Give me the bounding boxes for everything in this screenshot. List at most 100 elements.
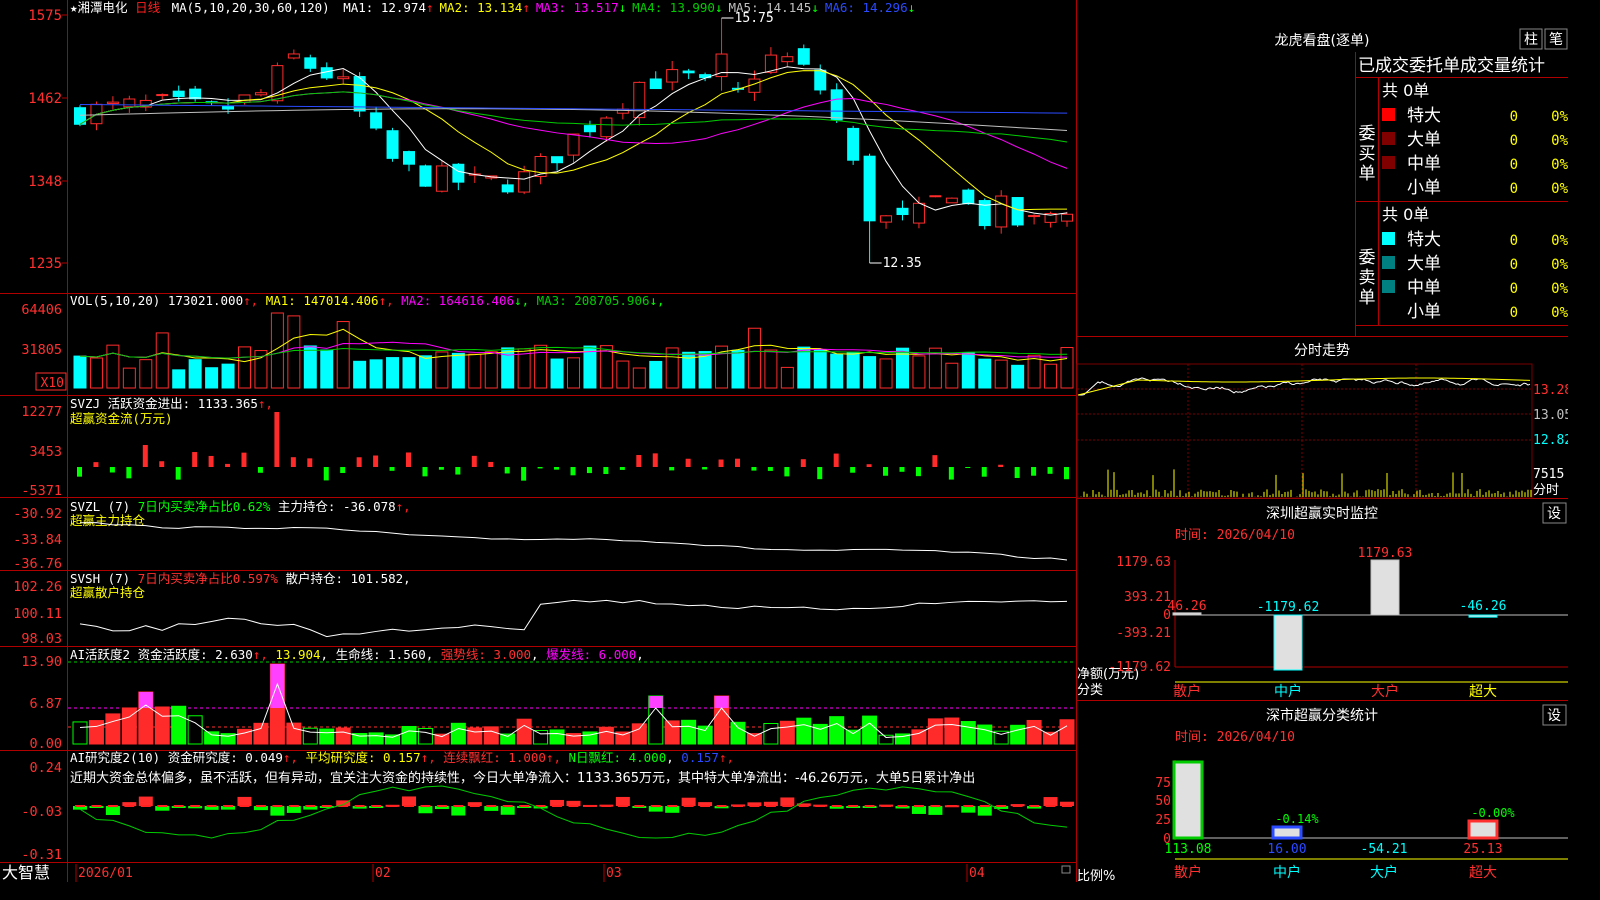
volume-bar[interactable] [205,367,219,389]
volume-bar[interactable] [747,327,761,389]
fund-flow-bar[interactable] [883,467,889,476]
fund-flow-bar[interactable] [406,452,411,467]
volume-bar[interactable] [320,349,334,389]
candle[interactable] [896,207,909,216]
research-bar[interactable] [681,797,696,806]
activity-bar[interactable] [664,720,680,745]
volume-bar[interactable] [402,357,416,389]
research-bar[interactable] [402,796,416,806]
research-bar[interactable] [665,806,680,813]
fund-flow-bar[interactable] [998,464,1004,467]
activity-bar[interactable] [944,717,960,745]
fund-flow-bar[interactable] [175,467,181,480]
fund-flow-bar[interactable] [241,452,247,467]
fund-flow-bar[interactable] [735,458,740,467]
fund-flow-bar[interactable] [603,467,609,475]
volume-bar[interactable] [418,355,432,389]
activity-bar[interactable] [533,730,549,745]
activity-bar[interactable] [253,722,269,745]
fund-flow-bar[interactable] [702,467,708,470]
research-bar[interactable] [615,796,630,806]
volume-bar[interactable] [945,362,959,389]
volume-bar[interactable] [451,352,465,389]
fund-flow-bar[interactable] [537,467,543,469]
volume-bar[interactable] [501,347,515,389]
fund-flow-bar[interactable] [422,467,428,477]
volume-bar[interactable] [287,315,301,389]
activity-bar[interactable] [960,721,976,745]
candle[interactable] [797,48,810,65]
volume-bar[interactable] [961,352,975,389]
activity-bar[interactable] [1026,719,1042,745]
volume-bar[interactable] [649,360,663,389]
activity-bar[interactable] [1059,719,1075,745]
volume-bar[interactable] [172,369,186,389]
research-bar[interactable] [105,806,120,816]
fund-flow-bar[interactable] [669,467,675,471]
volume-bar[interactable] [386,357,400,389]
svzj-panel[interactable]: SVZJ 活跃资金进出: 1133.365↑,超赢资金流(万元) [70,396,1069,481]
volume-bar[interactable] [715,345,729,389]
candle[interactable] [551,156,564,164]
volume-bar[interactable] [1027,354,1041,389]
volume-bar[interactable] [846,351,860,389]
volume-bar[interactable] [188,359,202,389]
candle[interactable] [616,108,629,114]
candle[interactable] [156,94,169,97]
volume-bar[interactable] [912,355,926,389]
research-bar[interactable] [418,806,433,814]
volume-bar[interactable] [550,358,564,389]
volume-bar[interactable] [89,357,103,389]
activity-bar[interactable] [171,705,187,745]
volume-bar[interactable] [1011,364,1025,389]
candle[interactable] [337,76,350,80]
candle[interactable] [304,57,317,69]
fund-flow-bar[interactable] [438,467,444,470]
fund-flow-bar[interactable] [257,467,263,473]
activity-bar[interactable] [516,718,532,745]
volume-bar[interactable] [780,366,794,389]
fund-flow-bar[interactable] [225,463,231,467]
volume-bar[interactable] [567,357,580,389]
fund-flow-bar[interactable] [1064,467,1069,480]
volume-bar[interactable] [1060,347,1074,389]
activity-bar[interactable] [862,715,878,745]
fund-flow-bar[interactable] [323,467,329,481]
activity-bar[interactable] [335,727,351,745]
candle[interactable] [403,151,415,165]
volume-bar[interactable] [863,356,877,389]
research-bar[interactable] [911,806,926,814]
candle[interactable] [830,89,843,121]
volume-bar[interactable] [73,355,87,389]
candle[interactable] [1061,213,1073,222]
candle[interactable] [222,105,235,110]
svsh-panel[interactable]: SVSH (7) 7日内买卖净占比0.597% 散户持仓: 101.582,超赢… [70,571,1068,638]
activity-bar[interactable] [779,720,795,745]
fund-flow-bar[interactable] [965,467,971,468]
volume-bar[interactable] [994,359,1008,389]
candle[interactable] [106,101,119,105]
volume-bar[interactable] [797,346,811,389]
fund-flow-bar[interactable] [554,467,560,470]
volume-bar[interactable] [879,358,893,389]
fund-flow-bar[interactable] [192,452,198,467]
fund-flow-bar[interactable] [307,458,313,467]
volume-bar[interactable] [830,353,844,389]
candle[interactable] [649,78,662,90]
fund-flow-bar[interactable] [290,457,296,467]
activity-bar[interactable] [730,721,746,745]
fund-flow-bar[interactable] [1047,467,1053,474]
activity-bar[interactable] [911,729,927,745]
candle[interactable] [995,195,1008,228]
activity-bar[interactable] [878,734,894,745]
volume-bar[interactable] [369,359,383,389]
fund-flow-bar[interactable] [340,467,346,473]
candle[interactable] [452,163,465,183]
activity-bar[interactable] [417,727,433,745]
fund-flow-bar[interactable] [142,445,148,467]
candle[interactable] [929,195,942,198]
activity-bar[interactable] [450,722,466,745]
volume-bar[interactable] [616,360,630,389]
fund-flow-bar[interactable] [356,457,362,467]
monitor-bar-1[interactable] [1273,614,1303,671]
